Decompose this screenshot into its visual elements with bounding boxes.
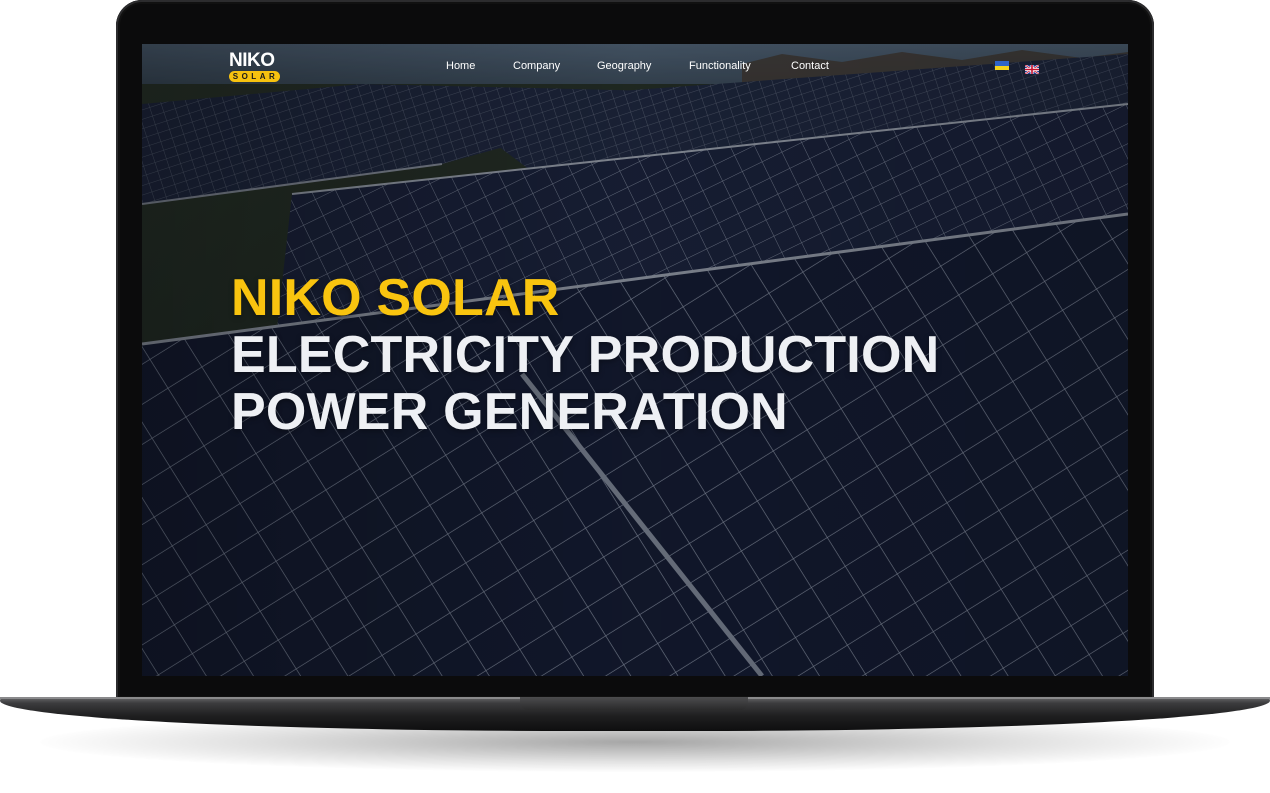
ukraine-flag-icon[interactable] [995, 61, 1009, 70]
nav-link-company[interactable]: Company [513, 60, 560, 72]
hero-title-line-2: ELECTRICITY PRODUCTION [231, 326, 940, 384]
hero-headline: NIKO SOLAR ELECTRICITY PRODUCTION POWER … [231, 270, 939, 441]
nav-link-home[interactable]: Home [446, 60, 475, 72]
nav-link-geography[interactable]: Geography [597, 60, 651, 72]
logo-wordmark: NIKO [229, 50, 275, 71]
website-screen: NIKO SOLAR Home Company Geography Functi… [142, 44, 1128, 676]
nav-link-functionality[interactable]: Functionality [689, 60, 751, 72]
top-navigation: NIKO SOLAR Home Company Geography Functi… [142, 44, 1128, 92]
logo-badge: SOLAR [229, 71, 280, 82]
hero-title-line-3: POWER GENERATION [231, 383, 788, 441]
nav-link-contact[interactable]: Contact [791, 60, 829, 72]
uk-flag-icon[interactable] [1024, 61, 1040, 75]
niko-solar-logo[interactable]: NIKO SOLAR [229, 51, 283, 83]
laptop-hinge-notch [520, 697, 748, 710]
hero-title-brand: NIKO SOLAR [231, 269, 560, 327]
